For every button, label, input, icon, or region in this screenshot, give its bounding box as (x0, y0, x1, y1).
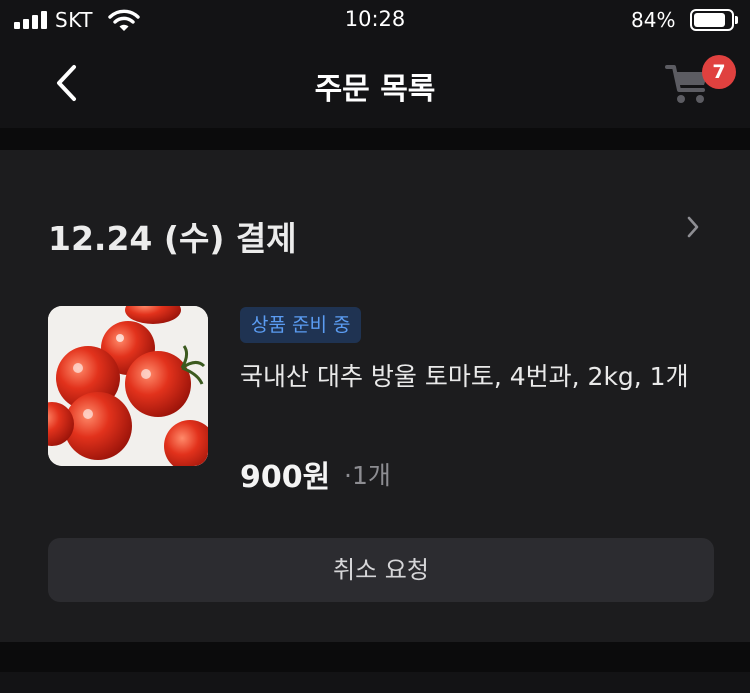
cart-count-badge: 7 (702, 55, 736, 89)
cart-button[interactable]: 7 (660, 54, 740, 114)
chevron-right-icon (687, 216, 699, 238)
order-date-label: 12.24 (수) 결제 (48, 219, 297, 258)
battery-level (694, 13, 725, 27)
product-name[interactable]: 국내산 대추 방울 토마토, 4번과, 2kg, 1개 (240, 356, 710, 398)
product-price: 900원 (240, 460, 331, 495)
cancel-request-button[interactable]: 취소 요청 (48, 538, 714, 602)
battery-percent: 84% (631, 8, 676, 32)
battery-icon (690, 9, 738, 31)
page-title: 주문 목록 (314, 72, 436, 107)
status-bar: SKT 10:28 84% (0, 0, 750, 42)
section-divider (0, 642, 750, 672)
product-thumbnail[interactable] (48, 306, 208, 466)
product-quantity: ·1개 (344, 461, 391, 490)
order-detail-button[interactable] (676, 210, 710, 244)
section-divider (0, 128, 750, 150)
order-card: 12.24 (수) 결제 상품 준비 중 국내산 대추 방울 토마토, 4번과,… (0, 150, 750, 642)
order-status-badge: 상품 준비 중 (240, 307, 362, 343)
tomato-image (48, 306, 208, 466)
navigation-header: 주문 목록 7 (0, 42, 750, 128)
